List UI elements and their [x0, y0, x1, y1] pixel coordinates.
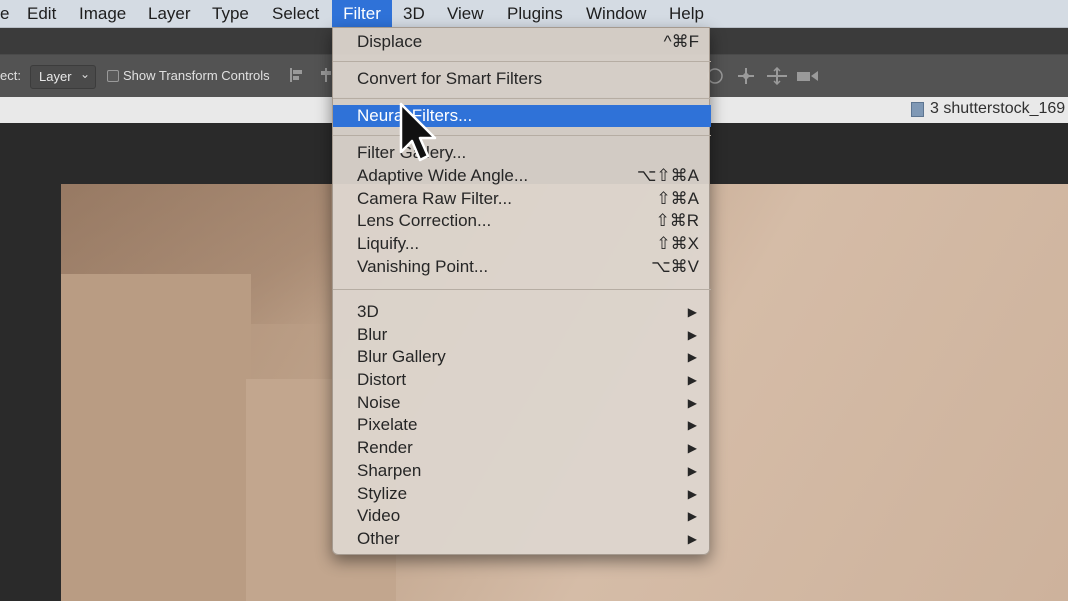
menu-bar: e Edit Image Layer Type Select Filter 3D…: [0, 0, 1068, 28]
menu-item-label: Adaptive Wide Angle...: [357, 166, 529, 185]
menu-item-label: Video: [357, 506, 401, 525]
align-left-icon[interactable]: [289, 67, 305, 88]
show-transform-label: Show Transform Controls: [123, 68, 270, 83]
menu-item-label: Sharpen: [357, 461, 422, 480]
menu-item-pixelate[interactable]: Pixelate ▶: [333, 414, 711, 436]
menu-window[interactable]: Window: [586, 0, 646, 27]
menu-item-label: Pixelate: [357, 415, 418, 434]
submenu-arrow-icon: ▶: [687, 305, 697, 319]
menu-separator: [333, 135, 711, 136]
menu-item-filter-gallery[interactable]: Filter Gallery...: [333, 142, 711, 164]
menu-item-other[interactable]: Other ▶: [333, 528, 711, 550]
menu-item-distort[interactable]: Distort ▶: [333, 369, 711, 391]
menu-plugins[interactable]: Plugins: [507, 0, 563, 27]
scale-3d-icon[interactable]: [796, 67, 820, 90]
menu-type[interactable]: Type: [212, 0, 249, 27]
menu-item-blur-gallery[interactable]: Blur Gallery ▶: [333, 346, 711, 368]
submenu-arrow-icon: ▶: [687, 509, 697, 523]
document-tab[interactable]: 3 shutterstock_169: [710, 97, 1068, 123]
menu-item-video[interactable]: Video ▶: [333, 505, 711, 527]
submenu-arrow-icon: ▶: [687, 350, 697, 364]
auto-select-value: Layer: [39, 69, 72, 84]
menu-select[interactable]: Select: [272, 0, 319, 27]
document-tab-left[interactable]: [0, 97, 332, 123]
menu-item-label: Noise: [357, 393, 401, 412]
menu-item-label: 3D: [357, 302, 379, 321]
menu-item-shortcut: ⌥⇧⌘A: [636, 166, 699, 185]
submenu-arrow-icon: ▶: [687, 396, 697, 410]
auto-select-dropdown[interactable]: Layer ⌄: [30, 65, 96, 89]
menu-item-label: Liquify...: [357, 234, 420, 253]
submenu-arrow-icon: ▶: [687, 487, 697, 501]
menu-item-neural-filters[interactable]: Neural Filters...: [333, 105, 711, 127]
menu-separator: [333, 98, 711, 99]
submenu-arrow-icon: ▶: [687, 418, 697, 432]
menu-item-label: Other: [357, 529, 400, 548]
menu-item-shortcut: ⇧⌘A: [656, 189, 699, 208]
submenu-arrow-icon: ▶: [687, 532, 697, 546]
submenu-arrow-icon: ▶: [687, 373, 697, 387]
filter-dropdown-menu: Displace ^⌘F Convert for Smart Filters N…: [332, 27, 711, 555]
menu-item-label: Blur Gallery: [357, 347, 446, 366]
menu-item-camera-raw-filter[interactable]: Camera Raw Filter... ⇧⌘A: [333, 188, 711, 210]
menu-separator: [333, 289, 711, 290]
auto-select-label: ect:: [0, 68, 21, 83]
menu-item-displace[interactable]: Displace ^⌘F: [333, 31, 711, 53]
menu-item-label: Render: [357, 438, 413, 457]
menu-item-noise[interactable]: Noise ▶: [333, 392, 711, 414]
submenu-arrow-icon: ▶: [687, 328, 697, 342]
document-icon: [911, 102, 924, 117]
menu-item-render[interactable]: Render ▶: [333, 437, 711, 459]
menu-file[interactable]: e: [0, 0, 14, 27]
menu-item-lens-correction[interactable]: Lens Correction... ⇧⌘R: [333, 210, 711, 232]
document-tab-title: 3 shutterstock_169: [930, 100, 1066, 117]
menu-item-convert-smart-filters[interactable]: Convert for Smart Filters: [333, 68, 711, 90]
menu-layer[interactable]: Layer: [148, 0, 191, 27]
menu-item-label: Vanishing Point...: [357, 257, 489, 276]
menu-item-blur[interactable]: Blur ▶: [333, 324, 711, 346]
menu-item-label: Distort: [357, 370, 407, 389]
submenu-arrow-icon: ▶: [687, 441, 697, 455]
menu-image[interactable]: Image: [79, 0, 126, 27]
submenu-arrow-icon: ▶: [687, 464, 697, 478]
wall-shape: [61, 274, 251, 601]
menu-item-adaptive-wide-angle[interactable]: Adaptive Wide Angle... ⌥⇧⌘A: [333, 165, 711, 187]
show-transform-checkbox[interactable]: [107, 70, 119, 82]
menu-3d[interactable]: 3D: [403, 0, 425, 27]
menu-item-shortcut: ⌥⌘V: [651, 257, 699, 276]
menu-help[interactable]: Help: [669, 0, 704, 27]
menu-item-label: Convert for Smart Filters: [357, 69, 543, 88]
menu-item-label: Lens Correction...: [357, 211, 492, 230]
menu-edit[interactable]: Edit: [27, 0, 56, 27]
menu-item-sharpen[interactable]: Sharpen ▶: [333, 460, 711, 482]
menu-item-shortcut: ⇧⌘R: [655, 211, 699, 230]
chevron-down-icon: ⌄: [79, 67, 90, 81]
pan-3d-icon[interactable]: [736, 67, 756, 90]
menu-item-label: Stylize: [357, 484, 408, 503]
menu-filter[interactable]: Filter: [332, 0, 392, 27]
menu-item-label: Camera Raw Filter...: [357, 189, 512, 208]
menu-item-liquify[interactable]: Liquify... ⇧⌘X: [333, 233, 711, 255]
slide-3d-icon[interactable]: [766, 66, 788, 90]
align-center-icon[interactable]: [320, 67, 332, 88]
menu-item-shortcut: ^⌘F: [663, 32, 699, 51]
menu-view[interactable]: View: [447, 0, 484, 27]
menu-item-label: Displace: [357, 32, 423, 51]
menu-item-vanishing-point[interactable]: Vanishing Point... ⌥⌘V: [333, 256, 711, 278]
menu-item-label: Blur: [357, 325, 388, 344]
menu-separator: [333, 61, 711, 62]
menu-item-stylize[interactable]: Stylize ▶: [333, 483, 711, 505]
menu-item-shortcut: ⇧⌘X: [656, 234, 699, 253]
menu-item-3d[interactable]: 3D ▶: [333, 301, 711, 323]
mouse-cursor-icon: [398, 102, 438, 166]
